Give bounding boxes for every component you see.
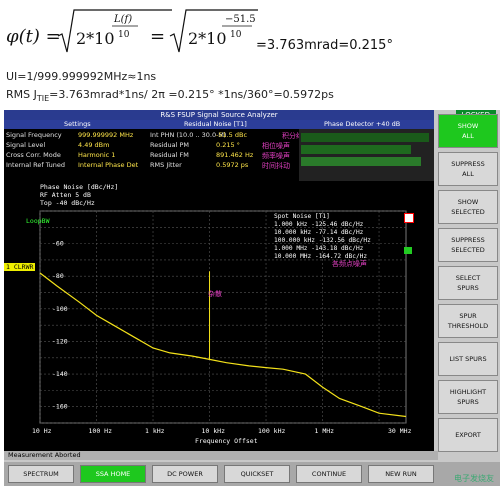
softkey-suppress-all[interactable]: SUPPRESS ALL <box>438 152 498 186</box>
softkey-show-selected[interactable]: SHOW SELECTED <box>438 190 498 224</box>
svg-text:−51.5: −51.5 <box>225 14 256 25</box>
status-bar: Measurement Aborted <box>4 451 438 460</box>
hotkey-new-run[interactable]: NEW RUN <box>368 465 434 483</box>
formula-base1: 2*10 <box>76 29 115 48</box>
phase-detector-panel <box>299 129 434 181</box>
formula-lhs: φ(t) = <box>6 26 61 47</box>
legend-row: 10.000 kHz -77.14 dBc/Hz <box>274 229 364 236</box>
header-residual: Residual Noise [T1] <box>184 120 247 128</box>
cn-label-jitter: 时间抖动 <box>262 162 290 170</box>
svg-text:10: 10 <box>118 30 130 40</box>
x-tick-label: 10 kHz <box>202 427 226 435</box>
loopbw-label: LoopBW <box>26 217 50 225</box>
cn-spur-label: 杂散 <box>208 290 222 298</box>
legend-row: 1.000 MHz -143.18 dBc/Hz <box>274 245 364 252</box>
formula-result: =3.763mrad=0.215° <box>256 38 393 53</box>
y-tick-label: -60 <box>52 240 64 248</box>
softkey-highlight-spurs[interactable]: HIGHLIGHT SPURS <box>438 380 498 414</box>
cn-label-freq: 频率噪声 <box>262 152 290 160</box>
detector-bar <box>301 145 411 154</box>
legend-title: Spot Noise [T1] <box>274 213 330 220</box>
hotkey-ssa-home[interactable]: SSA HOME <box>80 465 146 483</box>
svg-text:=: = <box>150 26 165 47</box>
x-tick-label: 30 MHz <box>388 427 412 435</box>
x-axis-label: Frequency Offset <box>195 437 258 445</box>
spot-noise-legend: Spot Noise [T1] 1.000 kHz -125.46 dBc/Hz… <box>274 213 402 261</box>
x-tick-label: 1 kHz <box>145 427 165 435</box>
trace-marker-label: 1 CLRWR <box>4 263 36 271</box>
marker-a-icon <box>404 247 412 254</box>
x-tick-label: 100 kHz <box>258 427 285 435</box>
table-header: Settings Residual Noise [T1] Phase Detec… <box>4 120 434 129</box>
svg-text:2*10: 2*10 <box>188 29 227 48</box>
hotkey-quickset[interactable]: QUICKSET <box>224 465 290 483</box>
detector-bar <box>301 157 421 166</box>
rms-jitter-line: RMS JTIE=3.763mrad*1ns/ 2π =0.215° *1ns/… <box>6 88 334 104</box>
formula-exp1: L(f) <box>113 14 132 25</box>
x-tick-label: 10 Hz <box>32 427 52 435</box>
legend-row: 100.000 kHz -132.56 dBc/Hz <box>274 237 371 244</box>
hotkey-continue[interactable]: CONTINUE <box>296 465 362 483</box>
cn-label-phase: 相位噪声 <box>262 142 290 150</box>
phase-noise-plot: -60 -80 -100 -120 -140 -160 10 Hz 100 Hz 1 kHz 10… <box>4 181 434 451</box>
y-tick-label: -100 <box>52 305 68 313</box>
x-tick-label: 100 Hz <box>89 427 113 435</box>
hotkey-dc-power[interactable]: DC POWER <box>152 465 218 483</box>
instrument-title: R&S FSUP Signal Source Analyzer <box>4 110 434 120</box>
y-tick-label: -80 <box>52 272 64 280</box>
softkey-select-spurs[interactable]: SELECT SPURS <box>438 266 498 300</box>
phase-noise-trace <box>39 272 407 418</box>
header-settings: Settings <box>64 120 91 128</box>
softkey-suppress-selected[interactable]: SUPPRESS SELECTED <box>438 228 498 262</box>
phase-formula: φ(t) = 2*10 L(f) 10 = 2*10 −51.5 10 <box>6 9 258 53</box>
header-phase-detector: Phase Detector +40 dB <box>324 120 401 128</box>
cn-spot-label: 各频点噪声 <box>332 260 367 268</box>
y-tick-label: -160 <box>52 403 68 411</box>
softkey-spur-threshold[interactable]: SPUR THRESHOLD <box>438 304 498 338</box>
plot-header: Phase Noise [dBc/Hz] RF Atten 5 dB Top -… <box>40 183 119 207</box>
y-tick-label: -140 <box>52 370 68 378</box>
softkey-panel: SHOW ALL SUPPRESS ALL SHOW SELECTED SUPPRESS SE… <box>436 110 500 486</box>
softkey-list-spurs[interactable]: LIST SPURS <box>438 342 498 376</box>
bottom-hotkeys: SPECTRUM SSA HOME DC POWER QUICKSET CONTINUE… <box>4 462 500 486</box>
y-tick-label: -120 <box>52 337 68 345</box>
watermark: 电子发烧友 <box>454 474 494 483</box>
softkey-show-all[interactable]: SHOW ALL <box>438 114 498 148</box>
softkey-export[interactable]: EXPORT <box>438 418 498 452</box>
x-tick-label: 1 MHz <box>315 427 335 435</box>
ui-line: UI=1/999.999992MHz≈1ns <box>6 70 157 83</box>
svg-text:10: 10 <box>230 30 242 40</box>
close-icon[interactable] <box>404 213 414 223</box>
formula-area: φ(t) = 2*10 L(f) 10 = 2*10 −51.5 10 =3.7… <box>0 0 504 68</box>
detector-bar <box>301 133 429 142</box>
legend-row: 1.000 kHz -125.46 dBc/Hz <box>274 221 364 228</box>
instrument-screen: R&S FSUP Signal Source Analyzer LOCKED S… <box>4 110 500 486</box>
hotkey-spectrum[interactable]: SPECTRUM <box>8 465 74 483</box>
